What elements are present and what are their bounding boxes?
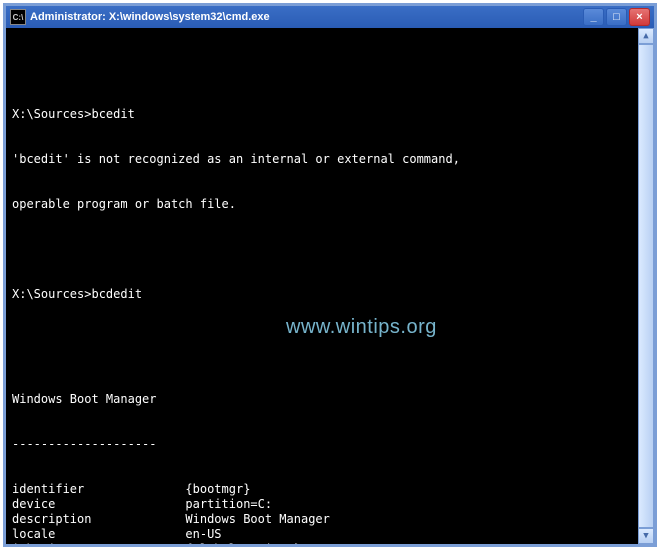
terminal[interactable]: X:\Sources>bcedit 'bcedit' is not recogn… <box>6 28 654 544</box>
error-line-1: 'bcedit' is not recognized as an interna… <box>12 152 632 167</box>
blank-line <box>12 242 632 257</box>
kv-value: partition=C: <box>185 497 272 511</box>
cmd-window: C:\ Administrator: X:\windows\system32\c… <box>3 3 657 547</box>
kv-value: {globalsettings} <box>185 542 301 544</box>
kv-key: description <box>12 512 185 526</box>
titlebar[interactable]: C:\ Administrator: X:\windows\system32\c… <box>6 6 654 28</box>
prompt-line-1: X:\Sources>bcedit <box>12 107 632 122</box>
kv-row: identifier {bootmgr} <box>12 482 632 497</box>
scroll-up-button[interactable]: ▲ <box>638 28 654 44</box>
prompt-line-2: X:\Sources>bcdedit <box>12 287 632 302</box>
scrollbar[interactable]: ▲ ▼ <box>638 28 654 544</box>
scroll-down-button[interactable]: ▼ <box>638 528 654 544</box>
kv-key: locale <box>12 527 185 541</box>
window-buttons: _ □ × <box>583 8 650 26</box>
kv-value: Windows Boot Manager <box>185 512 330 526</box>
kv-value: {bootmgr} <box>185 482 250 496</box>
kv-value: en-US <box>185 527 221 541</box>
kv-row: locale en-US <box>12 527 632 542</box>
prompt-text: X:\Sources> <box>12 107 91 121</box>
command-text: bcedit <box>91 107 134 121</box>
window-title: Administrator: X:\windows\system32\cmd.e… <box>30 11 583 23</box>
blank-line <box>12 332 632 347</box>
kv-row: device partition=C: <box>12 497 632 512</box>
prompt-text: X:\Sources> <box>12 287 91 301</box>
minimize-button[interactable]: _ <box>583 8 604 26</box>
scroll-thumb[interactable] <box>638 44 654 528</box>
close-button[interactable]: × <box>629 8 650 26</box>
kv-key: inherit <box>12 542 185 544</box>
kv-key: identifier <box>12 482 185 496</box>
scroll-track[interactable] <box>638 44 654 528</box>
terminal-content: X:\Sources>bcedit 'bcedit' is not recogn… <box>12 62 648 544</box>
section-header-bootmgr: Windows Boot Manager <box>12 392 632 407</box>
section-rule: -------------------- <box>12 437 632 452</box>
cmd-icon: C:\ <box>10 9 26 25</box>
command-text: bcdedit <box>91 287 142 301</box>
maximize-button[interactable]: □ <box>606 8 627 26</box>
kv-row: description Windows Boot Manager <box>12 512 632 527</box>
kv-row: inherit {globalsettings} <box>12 542 632 544</box>
error-line-2: operable program or batch file. <box>12 197 632 212</box>
bootmgr-block: identifier {bootmgr}device partition=C:d… <box>12 482 632 544</box>
cmd-icon-label: C:\ <box>13 13 24 22</box>
kv-key: device <box>12 497 185 511</box>
